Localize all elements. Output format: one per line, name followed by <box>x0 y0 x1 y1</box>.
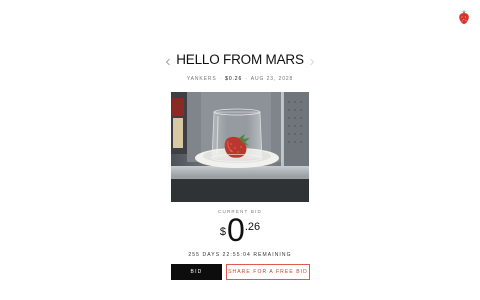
bid-button[interactable]: BID <box>171 264 222 280</box>
item-photo <box>171 92 309 202</box>
strawberry-logo-icon[interactable] <box>457 9 471 25</box>
share-for-free-bid-button[interactable]: SHARE FOR A FREE BID <box>226 264 310 280</box>
current-bid-amount: $ 0 .26 <box>190 212 290 248</box>
item-title: HELLO FROM MARS <box>176 52 304 67</box>
bid-whole: 0 <box>227 212 245 248</box>
item-meta: YANKERS · $0.26 · AUG 23, 2028 <box>186 76 294 82</box>
item-team: YANKERS <box>186 76 217 82</box>
bid-cents: .26 <box>244 221 261 233</box>
item-price: $0.26 <box>225 76 243 82</box>
bid-currency: $ <box>219 226 227 238</box>
time-remaining: 255 DAYS 22:55:04 REMAINING <box>188 252 292 258</box>
auction-page: HELLO FROM MARS YANKERS · $0.26 · AUG 23, 20… <box>0 0 480 300</box>
item-date: AUG 23, 2028 <box>250 76 294 82</box>
